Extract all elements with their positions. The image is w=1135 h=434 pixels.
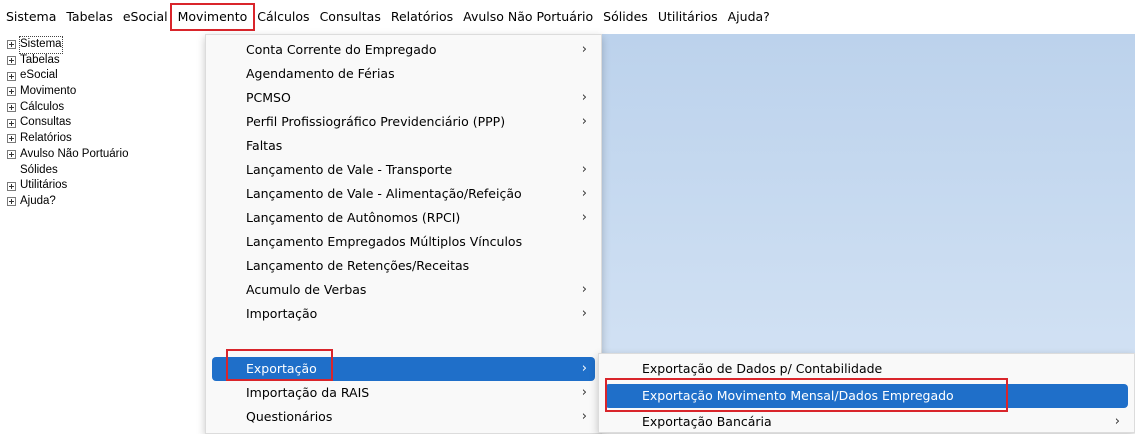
menu-ajuda[interactable]: Ajuda? (723, 6, 775, 28)
menu-item-importacao[interactable]: Importação › (212, 302, 595, 326)
chevron-right-icon: › (581, 210, 587, 225)
menu-item-exportacao[interactable]: Exportação › (212, 357, 595, 381)
menu-item-autonomos-rpci[interactable]: Lançamento de Autônomos (RPCI) › (212, 206, 595, 230)
expand-plus-icon[interactable] (7, 118, 16, 128)
menu-item-exportacao-movimento-mensal[interactable]: Exportação Movimento Mensal/Dados Empreg… (605, 384, 1128, 408)
chevron-right-icon: › (581, 385, 587, 400)
menu-item-vale-alimentacao[interactable]: Lançamento de Vale - Alimentação/Refeiçã… (212, 182, 595, 206)
menu-item-vale-transporte[interactable]: Lançamento de Vale - Transporte › (212, 158, 595, 182)
menu-item-faltas[interactable]: Faltas (212, 134, 595, 158)
menu-item-acumulo-verbas[interactable]: Acumulo de Verbas › (212, 278, 595, 302)
tree-node-sistema[interactable]: Sistema (7, 36, 201, 54)
menu-item-multiplos-vinculos[interactable]: Lançamento Empregados Múltiplos Vínculos (212, 230, 595, 254)
menu-item-importacao-rais[interactable]: Importação da RAIS › (212, 381, 595, 405)
chevron-right-icon: › (581, 186, 587, 201)
menu-movimento[interactable]: Movimento (169, 3, 256, 31)
expand-plus-icon[interactable] (7, 197, 16, 207)
chevron-right-icon: › (581, 361, 587, 376)
menu-item-questionarios[interactable]: Questionários › (212, 405, 595, 429)
exportacao-submenu: Exportação de Dados p/ Contabilidade Exp… (598, 353, 1135, 433)
tree-node-calculos[interactable]: Cálculos (7, 100, 201, 116)
chevron-right-icon: › (581, 282, 587, 297)
menu-relatorios[interactable]: Relatórios (386, 6, 458, 28)
expand-plus-icon[interactable] (7, 134, 16, 144)
chevron-right-icon: › (581, 306, 587, 321)
menu-tabelas[interactable]: Tabelas (61, 6, 118, 28)
tree-node-solides[interactable]: Sólides (7, 163, 201, 179)
expand-plus-icon[interactable] (7, 181, 16, 191)
expand-plus-icon[interactable] (7, 103, 16, 113)
tree-node-relatorios[interactable]: Relatórios (7, 131, 201, 147)
expand-plus-icon[interactable] (7, 56, 16, 66)
menu-calculos[interactable]: Cálculos (252, 6, 314, 28)
chevron-right-icon: › (581, 162, 587, 177)
menu-item-exportacao-bancaria[interactable]: Exportação Bancária › (605, 410, 1128, 434)
menu-consultas[interactable]: Consultas (315, 6, 386, 28)
menu-solides[interactable]: Sólides (598, 6, 653, 28)
movimento-dropdown-menu: Conta Corrente do Empregado › Agendamento… (205, 34, 602, 434)
tree-node-ajuda[interactable]: Ajuda? (7, 194, 201, 210)
menu-item-agendamento-ferias[interactable]: Agendamento de Férias (212, 62, 595, 86)
navigation-tree: Sistema Tabelas eSocial Movimento Cálcul… (7, 36, 201, 425)
tree-node-movimento[interactable]: Movimento (7, 84, 201, 100)
menu-utilitarios[interactable]: Utilitários (653, 6, 723, 28)
tree-node-avulso-nao-portuario[interactable]: Avulso Não Portuário (7, 147, 201, 163)
menu-item-exportacao-contabilidade[interactable]: Exportação de Dados p/ Contabilidade (605, 357, 1128, 381)
chevron-right-icon: › (581, 90, 587, 105)
tree-node-tabelas[interactable]: Tabelas (7, 53, 201, 69)
menu-item-ppp[interactable]: Perfil Profissiográfico Previdenciário (… (212, 110, 595, 134)
menu-item-conta-corrente-empregado[interactable]: Conta Corrente do Empregado › (212, 38, 595, 62)
expand-plus-icon[interactable] (7, 40, 16, 50)
menu-item-retencoes-receitas[interactable]: Lançamento de Retenções/Receitas (212, 254, 595, 278)
tree-node-esocial[interactable]: eSocial (7, 68, 201, 84)
expand-plus-icon[interactable] (7, 87, 16, 97)
chevron-right-icon: › (581, 42, 587, 57)
tree-node-utilitarios[interactable]: Utilitários (7, 178, 201, 194)
menu-esocial[interactable]: eSocial (118, 6, 173, 28)
expand-plus-icon[interactable] (7, 71, 16, 81)
menu-bar: Sistema Tabelas eSocial Movimento Cálcul… (0, 0, 1135, 34)
menu-item-pcmso[interactable]: PCMSO › (212, 86, 595, 110)
menu-sistema[interactable]: Sistema (1, 6, 61, 28)
expand-plus-icon[interactable] (7, 150, 16, 160)
tree-node-consultas[interactable]: Consultas (7, 115, 201, 131)
chevron-right-icon: › (1114, 414, 1120, 429)
chevron-right-icon: › (581, 409, 587, 424)
menu-avulso-nao-portuario[interactable]: Avulso Não Portuário (458, 6, 598, 28)
chevron-right-icon: › (581, 114, 587, 129)
